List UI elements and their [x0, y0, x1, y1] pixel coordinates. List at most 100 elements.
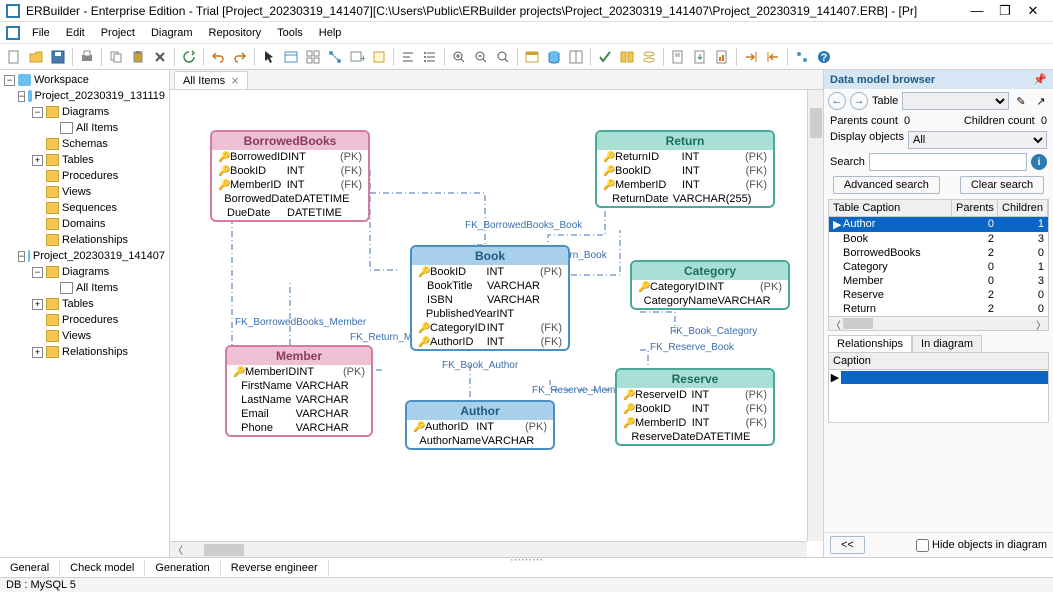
pin-icon[interactable]: 📌 [1033, 73, 1047, 86]
note-icon[interactable] [369, 47, 389, 67]
caption-grid[interactable]: Caption ▶ [828, 353, 1049, 423]
tree-relationships[interactable]: +Relationships [0, 344, 169, 360]
edit-icon[interactable]: ✎ [1013, 93, 1029, 109]
goto-icon[interactable]: ↗ [1033, 93, 1049, 109]
settings-icon[interactable] [792, 47, 812, 67]
tree-tables[interactable]: +Tables [0, 152, 169, 168]
search-input[interactable] [869, 153, 1027, 171]
tab-in-diagram[interactable]: In diagram [912, 335, 982, 352]
menu-help[interactable]: Help [311, 25, 350, 41]
table-row[interactable]: Return20 [829, 302, 1048, 316]
tab-check-model[interactable]: Check model [60, 560, 145, 576]
tree-domains[interactable]: Domains [0, 216, 169, 232]
entity-book[interactable]: Book 🔑BookIDINT(PK)BookTitleVARCHARISBNV… [410, 245, 570, 351]
db-icon[interactable] [544, 47, 564, 67]
tree-all-items[interactable]: All Items [0, 280, 169, 296]
entity-member[interactable]: Member 🔑MemberIDINT(PK)FirstNameVARCHARL… [225, 345, 373, 437]
zoom-out-icon[interactable] [471, 47, 491, 67]
table-select[interactable] [902, 92, 1009, 110]
list-icon[interactable] [420, 47, 440, 67]
pointer-icon[interactable] [259, 47, 279, 67]
paste-icon[interactable] [128, 47, 148, 67]
open-icon[interactable] [26, 47, 46, 67]
add-table-icon[interactable]: + [347, 47, 367, 67]
clear-search-button[interactable]: Clear search [960, 176, 1044, 194]
workspace-tree[interactable]: −Workspace −Project_20230319_131119 −Dia… [0, 70, 169, 362]
grid-icon[interactable] [303, 47, 323, 67]
hide-objects-checkbox[interactable]: Hide objects in diagram [916, 539, 1047, 552]
menu-file[interactable]: File [24, 25, 58, 41]
table-row[interactable]: Book23 [829, 232, 1048, 246]
prev-button[interactable]: << [830, 536, 865, 554]
check-icon[interactable] [595, 47, 615, 67]
tree-tables[interactable]: +Tables [0, 296, 169, 312]
table-icon[interactable] [281, 47, 301, 67]
sync-icon[interactable] [639, 47, 659, 67]
tree-procedures[interactable]: Procedures [0, 168, 169, 184]
tree-all-items[interactable]: All Items [0, 120, 169, 136]
diagram-canvas[interactable]: FK_BorrowedBooks_Book FK_Return_Book FK_… [170, 90, 823, 557]
tree-views[interactable]: Views [0, 328, 169, 344]
entity-borrowedbooks[interactable]: BorrowedBooks 🔑BorrowedIDINT(PK)🔑BookIDI… [210, 130, 370, 222]
table-row[interactable]: BorrowedBooks20 [829, 246, 1048, 260]
help-icon[interactable]: ? [814, 47, 834, 67]
advanced-search-button[interactable]: Advanced search [833, 176, 940, 194]
export2-icon[interactable] [763, 47, 783, 67]
window-icon[interactable] [522, 47, 542, 67]
save-icon[interactable] [48, 47, 68, 67]
minimize-button[interactable]: — [963, 1, 991, 21]
entity-author[interactable]: Author 🔑AuthorIDINT(PK)AuthorNameVARCHAR [405, 400, 555, 450]
tree-diagrams[interactable]: −Diagrams [0, 264, 169, 280]
tables-grid-scrollbar[interactable]: 〈〉 [829, 316, 1048, 330]
import-icon[interactable] [741, 47, 761, 67]
compare-icon[interactable] [617, 47, 637, 67]
menu-edit[interactable]: Edit [58, 25, 93, 41]
canvas-scrollbar-horizontal[interactable]: 〈 [170, 541, 807, 557]
table-row[interactable]: ▶Author01 [829, 217, 1048, 232]
table-row[interactable]: Category01 [829, 260, 1048, 274]
menu-diagram[interactable]: Diagram [143, 25, 201, 41]
back-icon[interactable]: ← [828, 92, 846, 110]
delete-icon[interactable] [150, 47, 170, 67]
display-objects-select[interactable]: All [908, 131, 1047, 149]
tab-general[interactable]: General [0, 560, 60, 576]
entity-category[interactable]: Category 🔑CategoryIDINT(PK)CategoryNameV… [630, 260, 790, 310]
close-button[interactable]: ✕ [1019, 1, 1047, 21]
forward-icon[interactable]: → [850, 92, 868, 110]
refresh-icon[interactable] [179, 47, 199, 67]
print-icon[interactable] [77, 47, 97, 67]
tree-relationships[interactable]: Relationships [0, 232, 169, 248]
tree-sequences[interactable]: Sequences [0, 200, 169, 216]
tree-views[interactable]: Views [0, 184, 169, 200]
menu-tools[interactable]: Tools [269, 25, 311, 41]
align-icon[interactable] [398, 47, 418, 67]
tree-project[interactable]: −Project_20230319_141407 [0, 248, 169, 264]
table-row[interactable]: Member03 [829, 274, 1048, 288]
menu-repository[interactable]: Repository [201, 25, 270, 41]
zoom-in-icon[interactable] [449, 47, 469, 67]
relation-icon[interactable] [325, 47, 345, 67]
redo-icon[interactable] [230, 47, 250, 67]
entity-reserve[interactable]: Reserve 🔑ReserveIDINT(PK)🔑BookIDINT(FK)🔑… [615, 368, 775, 446]
tree-project[interactable]: −Project_20230319_131119 [0, 88, 169, 104]
tree-schemas[interactable]: Schemas [0, 136, 169, 152]
undo-icon[interactable] [208, 47, 228, 67]
caption-row[interactable]: ▶ [829, 370, 1048, 384]
table-row[interactable]: Reserve20 [829, 288, 1048, 302]
export-icon[interactable] [690, 47, 710, 67]
copy-icon[interactable] [106, 47, 126, 67]
script-icon[interactable] [668, 47, 688, 67]
tree-procedures[interactable]: Procedures [0, 312, 169, 328]
report-icon[interactable] [712, 47, 732, 67]
tree-diagrams[interactable]: −Diagrams [0, 104, 169, 120]
tab-relationships[interactable]: Relationships [828, 335, 912, 352]
tab-generation[interactable]: Generation [145, 560, 220, 576]
canvas-tab-all-items[interactable]: All Items × [174, 71, 248, 89]
close-icon[interactable]: × [231, 74, 239, 87]
entity-return[interactable]: Return 🔑ReturnIDINT(PK)🔑BookIDINT(FK)🔑Me… [595, 130, 775, 208]
menu-project[interactable]: Project [93, 25, 143, 41]
maximize-button[interactable]: ❐ [991, 1, 1019, 21]
tree-root[interactable]: −Workspace [0, 72, 169, 88]
tables-grid[interactable]: Table Caption Parents Children ▶Author01… [828, 199, 1049, 331]
new-icon[interactable] [4, 47, 24, 67]
